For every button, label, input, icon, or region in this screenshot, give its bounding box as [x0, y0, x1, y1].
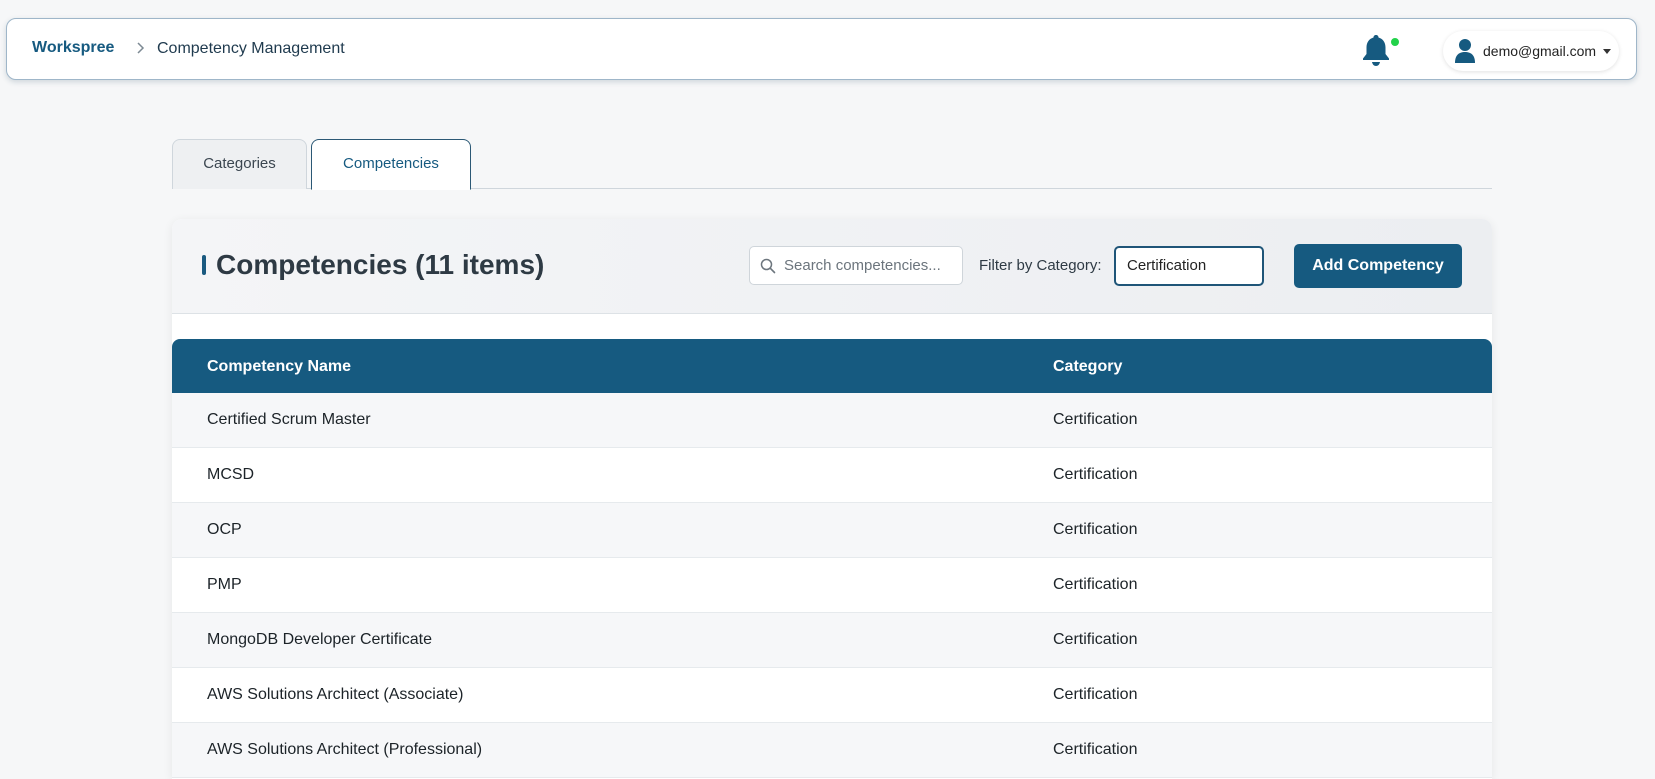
page-title: Competencies (11 items) — [216, 249, 545, 280]
column-header-category[interactable]: Category — [1053, 358, 1122, 376]
cell-competency-name: AWS Solutions Architect (Associate) — [207, 686, 464, 703]
column-header-name[interactable]: Competency Name — [207, 358, 351, 376]
cell-category: Certification — [1053, 686, 1138, 703]
cell-category: Certification — [1053, 466, 1138, 483]
user-email: demo@gmail.com — [1483, 43, 1597, 59]
cell-category: Certification — [1053, 411, 1138, 428]
chevron-right-icon — [135, 40, 147, 56]
cell-category: Certification — [1053, 631, 1138, 648]
brand-link[interactable]: Workspree — [32, 39, 114, 57]
user-menu-button[interactable]: demo@gmail.com — [1443, 31, 1619, 71]
tab-competencies[interactable]: Competencies — [311, 139, 471, 190]
filter-label: Filter by Category: — [979, 257, 1102, 274]
table-row[interactable]: MCSD Certification — [172, 448, 1492, 503]
cell-competency-name: MCSD — [207, 466, 255, 483]
table-row[interactable]: MongoDB Developer Certificate Certificat… — [172, 613, 1492, 668]
competencies-panel: Competencies (11 items) Filter by Catego… — [172, 219, 1492, 779]
search-input[interactable] — [784, 247, 956, 284]
table-row[interactable]: OCP Certification — [172, 503, 1492, 558]
top-navbar: Workspree Competency Management demo@gma… — [6, 18, 1637, 80]
cell-category: Certification — [1053, 741, 1138, 758]
table-row[interactable]: Certified Scrum Master Certification — [172, 393, 1492, 448]
breadcrumb-current: Competency Management — [157, 40, 345, 57]
table-row[interactable]: PMP Certification — [172, 558, 1492, 613]
cell-competency-name: Certified Scrum Master — [207, 411, 371, 428]
notification-dot — [1391, 38, 1399, 46]
title-accent-bar — [202, 255, 206, 275]
cell-competency-name: OCP — [207, 521, 242, 538]
bell-icon[interactable] — [1361, 33, 1391, 67]
tab-bar: Categories Competencies — [172, 139, 1492, 190]
cell-competency-name: AWS Solutions Architect (Professional) — [207, 741, 483, 758]
cell-category: Certification — [1053, 521, 1138, 538]
competencies-table: Competency Name Category Certified Scrum… — [172, 339, 1492, 778]
search-icon — [760, 258, 776, 274]
search-box[interactable] — [749, 246, 963, 285]
table-row[interactable]: AWS Solutions Architect (Professional) C… — [172, 723, 1492, 778]
add-competency-button[interactable]: Add Competency — [1294, 244, 1462, 288]
category-filter-select[interactable]: Certification — [1114, 246, 1264, 286]
caret-down-icon — [1603, 49, 1611, 54]
user-icon — [1454, 38, 1476, 64]
table-header: Competency Name Category — [172, 339, 1492, 393]
cell-competency-name: MongoDB Developer Certificate — [207, 631, 432, 648]
panel-header: Competencies (11 items) Filter by Catego… — [172, 219, 1492, 314]
table-body: Certified Scrum Master Certification MCS… — [172, 393, 1492, 778]
table-row[interactable]: AWS Solutions Architect (Associate) Cert… — [172, 668, 1492, 723]
cell-competency-name: PMP — [207, 576, 242, 593]
cell-category: Certification — [1053, 576, 1138, 593]
tab-categories[interactable]: Categories — [172, 139, 307, 189]
